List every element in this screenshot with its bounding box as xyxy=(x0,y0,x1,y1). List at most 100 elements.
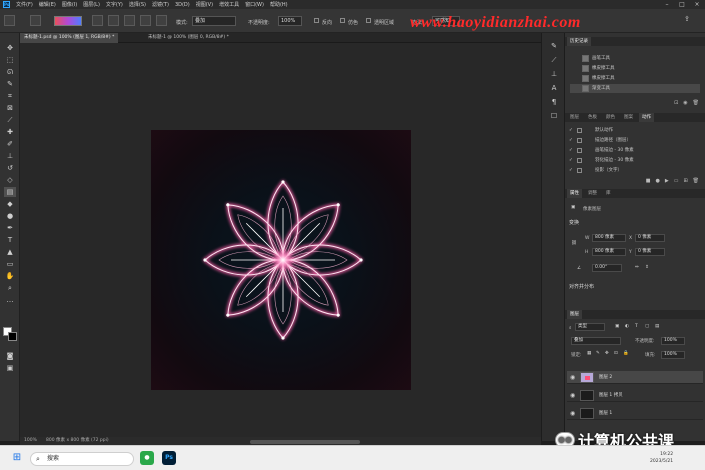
crop-tool-icon[interactable]: ⌗ xyxy=(4,91,16,101)
home-icon[interactable] xyxy=(4,15,15,26)
linear-gradient-icon[interactable] xyxy=(92,15,103,26)
brushes-icon[interactable]: ⟋ xyxy=(549,55,559,65)
tab-patterns[interactable]: 图案 xyxy=(621,113,636,122)
filter-shape-icon[interactable]: ▢ xyxy=(645,324,649,329)
link-icon[interactable]: ⛓ xyxy=(571,241,577,246)
menu-layer[interactable]: 图层(L) xyxy=(83,1,100,8)
path-select-tool-icon[interactable]: ▲ xyxy=(4,247,16,257)
filter-type-icon[interactable]: T xyxy=(635,324,638,329)
transparency-checkbox[interactable] xyxy=(366,18,371,23)
lock-artboard-icon[interactable]: ⊡ xyxy=(614,351,618,356)
lock-all-icon[interactable]: 🔒 xyxy=(623,351,629,356)
layer-row[interactable]: ◉ 图层 1 拷贝 xyxy=(567,389,703,402)
pen-tool-icon[interactable]: ✒ xyxy=(4,223,16,233)
action-row[interactable]: ✓ 描边路径（图层） xyxy=(567,136,702,145)
layer-row[interactable]: ◉ 图层 1 xyxy=(567,407,703,420)
tab-libraries[interactable]: 库 xyxy=(603,189,614,198)
menu-plugins[interactable]: 增效工具 xyxy=(219,1,239,8)
dodge-tool-icon[interactable]: ● xyxy=(4,211,16,221)
mode-select[interactable]: 叠加 xyxy=(192,16,236,26)
zoom-tool-icon[interactable]: ⌕ xyxy=(4,283,16,293)
minimize-icon[interactable]: – xyxy=(660,0,674,9)
trash-icon[interactable]: 🗑 xyxy=(693,177,699,185)
x-field[interactable]: 0 像素 xyxy=(635,234,665,242)
canvas-workspace[interactable] xyxy=(20,43,541,437)
flip-horizontal-icon[interactable]: ⇔ xyxy=(635,265,639,270)
tab-swatches[interactable]: 色板 xyxy=(585,113,600,122)
tab-adjustments[interactable]: 调整 xyxy=(585,189,600,198)
menu-window[interactable]: 窗口(W) xyxy=(245,1,264,8)
tab-document-1[interactable]: 未标题-1.psd @ 100% (图层 1, RGB/8#) * xyxy=(20,33,119,43)
eye-icon[interactable]: ◉ xyxy=(570,374,575,381)
clone-source-icon[interactable]: ⊥ xyxy=(549,69,559,79)
record-icon[interactable]: ● xyxy=(655,177,659,185)
action-set-row[interactable]: ✓ 默认动作 xyxy=(567,126,702,135)
brush-settings-icon[interactable]: ✎ xyxy=(549,41,559,51)
eraser-tool-icon[interactable]: ◇ xyxy=(4,175,16,185)
camera-icon[interactable]: ◉ xyxy=(683,99,687,107)
lock-position-icon[interactable]: ✥ xyxy=(605,351,609,356)
tab-history[interactable]: 历史记录 xyxy=(567,37,591,46)
more-tools-icon[interactable]: … xyxy=(4,295,16,305)
share-icon[interactable]: ⇪ xyxy=(684,15,690,23)
windows-start-icon[interactable]: ⊞ xyxy=(10,451,24,465)
tab-color[interactable]: 颜色 xyxy=(603,113,618,122)
radial-gradient-icon[interactable] xyxy=(108,15,119,26)
taskbar-search[interactable]: ⌕ 搜索 xyxy=(30,452,134,466)
new-document-icon[interactable]: ⊡ xyxy=(674,99,678,107)
type-tool-icon[interactable]: T xyxy=(4,235,16,245)
gradient-tool-preset-icon[interactable] xyxy=(30,15,41,26)
width-field[interactable]: 800 像素 xyxy=(592,234,626,242)
menu-select[interactable]: 选择(S) xyxy=(129,1,146,8)
menu-file[interactable]: 文件(F) xyxy=(16,1,33,8)
tab-document-2[interactable]: 未标题-1 @ 100% (图层 0, RGB/8#) * xyxy=(144,33,233,43)
history-item-selected[interactable]: 渐变工具 xyxy=(570,84,700,93)
menu-help[interactable]: 帮助(H) xyxy=(270,1,288,8)
reflected-gradient-icon[interactable] xyxy=(140,15,151,26)
maximize-icon[interactable]: □ xyxy=(675,0,689,9)
gradient-swatch[interactable] xyxy=(54,16,82,26)
menu-3d[interactable]: 3D(D) xyxy=(175,2,190,8)
history-brush-tool-icon[interactable]: ↺ xyxy=(4,163,16,173)
action-row[interactable]: ✓ 羽化描边 - 30 像素 xyxy=(567,156,702,165)
folder-icon[interactable]: ▭ xyxy=(674,177,679,185)
fill-field[interactable]: 100% xyxy=(661,351,685,359)
background-color-swatch[interactable] xyxy=(8,332,17,341)
screen-mode-icon[interactable]: ▣ xyxy=(4,363,16,373)
eyedropper-tool-icon[interactable]: ⟋ xyxy=(4,115,16,125)
system-clock[interactable]: 19:22 2023/5/21 xyxy=(650,451,673,465)
quick-mask-icon[interactable]: ◙ xyxy=(4,351,16,361)
shape-tool-icon[interactable]: ▭ xyxy=(4,259,16,269)
layer-filter-select[interactable]: 类型 xyxy=(575,323,605,331)
angle-gradient-icon[interactable] xyxy=(124,15,135,26)
close-icon[interactable]: × xyxy=(690,0,704,9)
play-icon[interactable]: ▶ xyxy=(665,177,669,185)
opacity-field[interactable]: 100% xyxy=(278,16,302,26)
angle-field[interactable]: 0.00° xyxy=(592,264,622,272)
tab-layers-mini[interactable]: 图层 xyxy=(567,113,582,122)
action-row[interactable]: ✓ 投影（文字） xyxy=(567,166,702,175)
action-row[interactable]: ✓ 画笔描边 - 30 像素 xyxy=(567,146,702,155)
eye-icon[interactable]: ◉ xyxy=(570,410,575,417)
menu-edit[interactable]: 编辑(E) xyxy=(39,1,56,8)
lock-transparent-icon[interactable]: ▦ xyxy=(587,351,591,356)
menu-view[interactable]: 视图(V) xyxy=(196,1,213,8)
menu-type[interactable]: 文字(Y) xyxy=(106,1,123,8)
frame-tool-icon[interactable]: ⊠ xyxy=(4,103,16,113)
history-item[interactable]: 画笔工具 xyxy=(570,54,700,63)
filter-pixel-icon[interactable]: ▣ xyxy=(615,324,619,329)
clone-stamp-tool-icon[interactable]: ⊥ xyxy=(4,151,16,161)
layer-opacity-field[interactable]: 100% xyxy=(661,337,685,345)
zoom-level[interactable]: 100% xyxy=(24,437,37,445)
horizontal-scrollbar[interactable] xyxy=(250,440,360,444)
tab-layers[interactable]: 图层 xyxy=(567,310,582,319)
filter-adjustment-icon[interactable]: ◐ xyxy=(625,324,629,329)
marquee-tool-icon[interactable]: ⬚ xyxy=(4,55,16,65)
character-icon[interactable]: A xyxy=(549,83,559,93)
height-field[interactable]: 800 像素 xyxy=(592,248,626,256)
quick-select-tool-icon[interactable]: ✎ xyxy=(4,79,16,89)
flip-vertical-icon[interactable]: ⇕ xyxy=(645,265,649,270)
menu-filter[interactable]: 滤镜(T) xyxy=(152,1,169,8)
menu-image[interactable]: 图像(I) xyxy=(62,1,77,8)
filter-smart-icon[interactable]: ▤ xyxy=(655,324,659,329)
